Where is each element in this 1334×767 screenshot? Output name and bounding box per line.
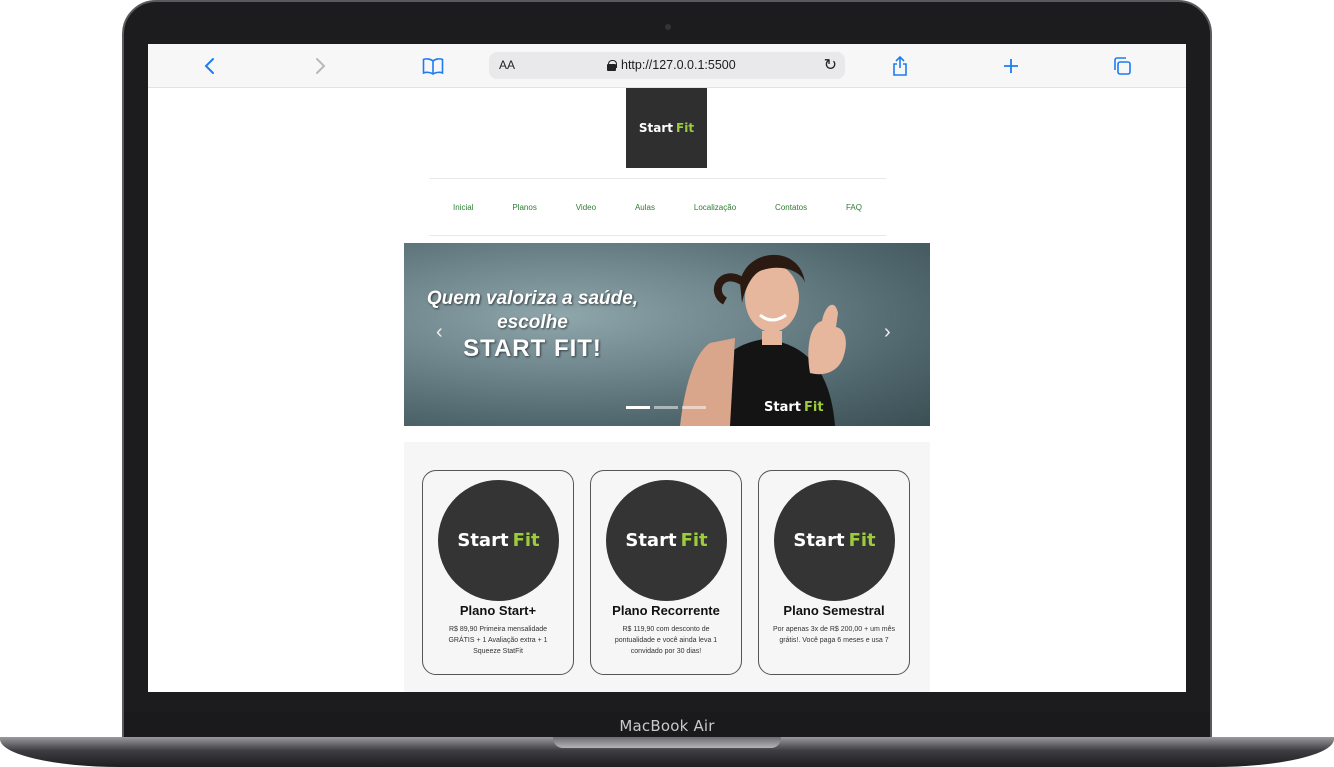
nav-link-localizacao[interactable]: Localização (694, 203, 736, 212)
carousel-indicator-3[interactable] (682, 406, 706, 409)
plan-card-semestral[interactable]: Start Fit Plano Semestral Por apenas 3x … (758, 470, 910, 675)
reload-icon[interactable]: ↻ (824, 55, 837, 75)
laptop-chin: MacBook Air (124, 712, 1210, 740)
plan-logo-wordmark: Start Fit (793, 530, 875, 551)
plan-logo: Start Fit (774, 480, 895, 601)
carousel-indicator-2[interactable] (654, 406, 678, 409)
plan-logo-fit: Fit (512, 530, 540, 551)
hero-line-1: Quem valoriza a saúde, (426, 288, 639, 309)
hero-brand-start: Start (764, 400, 801, 415)
hero-brand-wordmark: Start Fit (764, 400, 824, 415)
hero-line-3: START FIT! (463, 335, 602, 362)
text-size-button[interactable]: AA (499, 58, 515, 72)
browser-toolbar: AA http://127.0.0.1:5500 ↻ (148, 44, 1186, 88)
carousel-indicator-1[interactable] (626, 406, 650, 409)
plan-description: R$ 119,90 com desconto de pontualidade e… (614, 626, 718, 655)
plan-card-recorrente[interactable]: Start Fit Plano Recorrente R$ 119,90 com… (590, 470, 742, 675)
plan-logo-fit: Fit (848, 530, 876, 551)
plans-section: Start Fit Plano Start+ R$ 89,90 Primeira… (404, 442, 930, 692)
plan-logo: Start Fit (438, 480, 559, 601)
hero-headline: Quem valoriza a saúde, escolhe START FIT… (410, 287, 655, 361)
plan-description: R$ 89,90 Primeira mensalidade GRÁTIS + 1… (448, 626, 548, 655)
logo-fit-text: Fit (676, 121, 695, 135)
site-logo[interactable]: Start Fit (626, 88, 707, 168)
main-nav: Inicial Planos Video Aulas Localização C… (429, 178, 886, 236)
carousel-next-icon[interactable]: › (884, 321, 891, 344)
browser-screen: AA http://127.0.0.1:5500 ↻ Start Fit Ini… (148, 44, 1186, 692)
camera-icon (665, 24, 671, 30)
plan-logo-start: Start (457, 530, 509, 551)
lock-icon (607, 59, 617, 71)
hero-brand-fit: Fit (803, 400, 824, 415)
url-text: http://127.0.0.1:5500 (621, 58, 736, 72)
hero-person-image (680, 254, 846, 426)
plan-logo-wordmark: Start Fit (457, 530, 539, 551)
nav-link-aulas[interactable]: Aulas (635, 203, 655, 212)
nav-link-video[interactable]: Video (576, 203, 596, 212)
plan-logo-start: Start (625, 530, 677, 551)
back-icon[interactable] (204, 53, 216, 79)
web-page: Start Fit Inicial Planos Video Aulas Loc… (148, 88, 1186, 692)
nav-link-contatos[interactable]: Contatos (775, 203, 807, 212)
carousel-prev-icon[interactable]: ‹ (436, 321, 443, 344)
plan-logo-start: Start (793, 530, 845, 551)
hero-carousel: Quem valoriza a saúde, escolhe START FIT… (404, 243, 930, 426)
forward-icon[interactable] (314, 53, 326, 79)
address-bar[interactable]: AA http://127.0.0.1:5500 ↻ (489, 52, 845, 79)
bookmarks-icon[interactable] (422, 53, 444, 79)
hero-line-2: escolhe (497, 312, 568, 333)
plan-logo: Start Fit (606, 480, 727, 601)
carousel-indicators (626, 406, 706, 409)
tabs-overview-icon[interactable] (1112, 53, 1132, 79)
plan-logo-fit: Fit (680, 530, 708, 551)
logo-start-text: Start (638, 121, 674, 135)
plan-title: Plano Start+ (459, 603, 537, 618)
plan-logo-wordmark: Start Fit (625, 530, 707, 551)
laptop-hinge-notch (553, 737, 781, 748)
plan-card-start-plus[interactable]: Start Fit Plano Start+ R$ 89,90 Primeira… (422, 470, 574, 675)
nav-link-faq[interactable]: FAQ (846, 203, 862, 212)
nav-link-inicial[interactable]: Inicial (453, 203, 473, 212)
share-icon[interactable] (892, 53, 908, 79)
nav-link-planos[interactable]: Planos (512, 203, 536, 212)
plan-description: Por apenas 3x de R$ 200,00 + um mês grát… (773, 626, 895, 644)
device-label: MacBook Air (619, 717, 715, 735)
plan-title: Plano Recorrente (612, 603, 720, 618)
hero-brand-mark: Start Fit (764, 400, 824, 415)
new-tab-icon[interactable] (1002, 53, 1020, 79)
url-display[interactable]: http://127.0.0.1:5500 (607, 58, 736, 72)
logo-wordmark: Start Fit (639, 121, 694, 135)
plan-title: Plano Semestral (783, 603, 885, 618)
